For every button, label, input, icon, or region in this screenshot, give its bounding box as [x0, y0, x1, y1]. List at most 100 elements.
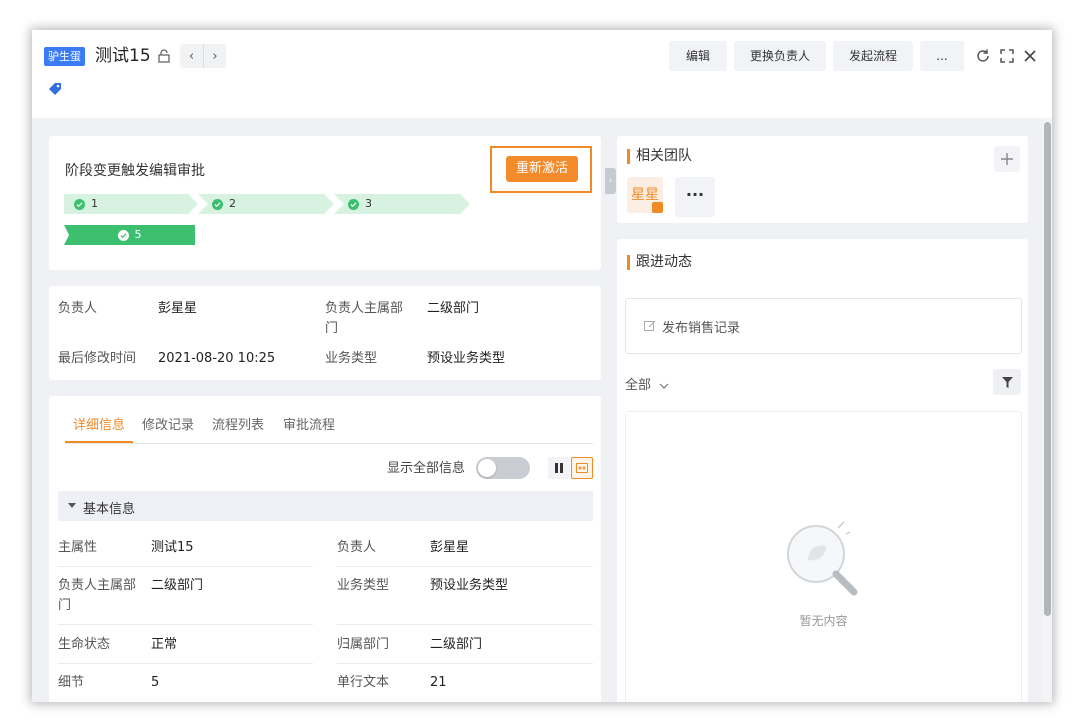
chevron-down-icon	[659, 383, 669, 389]
more-members-button[interactable]: ···	[675, 177, 715, 217]
refresh-icon[interactable]	[975, 48, 991, 64]
team-title: 相关团队	[627, 146, 692, 166]
next-record-button[interactable]: ›	[203, 44, 226, 68]
publish-sales-record-label: 发布销售记录	[662, 321, 741, 336]
team-member-avatar[interactable]: 星星	[627, 177, 663, 213]
object-type-badge: 驴生蛋	[44, 47, 85, 66]
stage-label: 5	[134, 228, 142, 241]
owner-field-label: 负责人	[337, 540, 377, 555]
member-name: 星星	[631, 187, 659, 203]
main-attr-value: 测试15	[151, 540, 194, 555]
add-member-button[interactable]	[994, 146, 1020, 172]
followup-feed: 暂无内容	[625, 411, 1022, 702]
business-type-value: 预设业务类型	[427, 351, 506, 366]
summary-card: 负责人 彭星星 负责人主属部 门 二级部门 最后修改时间 2021-08-20 …	[49, 286, 601, 380]
more-actions-button[interactable]: ...	[920, 41, 964, 71]
stage-card: 阶段变更触发编辑审批 重新激活 1 2 3 5	[49, 136, 601, 270]
header: 驴生蛋 测试15 ‹ › 编辑 更换负责人 发起流程 ...	[32, 30, 1052, 118]
record-nav: ‹ ›	[180, 44, 226, 68]
section-header-basic-info[interactable]: 基本信息	[58, 491, 593, 521]
field-divider	[58, 624, 313, 625]
tag-icon[interactable]	[48, 82, 62, 96]
lock-icon[interactable]	[156, 48, 172, 64]
tab-flow-list[interactable]: 流程列表	[212, 414, 264, 433]
owner-field-value[interactable]: 彭星星	[430, 538, 469, 558]
owner-value[interactable]: 彭星星	[158, 299, 197, 319]
scope-filter-dropdown[interactable]: 全部	[625, 374, 669, 393]
edit-icon	[644, 320, 656, 331]
check-icon	[348, 198, 359, 210]
scrollbar-thumb[interactable]	[1044, 122, 1051, 616]
empty-search-icon	[787, 521, 858, 596]
edit-button[interactable]: 编辑	[669, 41, 727, 71]
owner-dept-field-label-wrap: 门	[58, 598, 72, 613]
stage-label: 3	[365, 197, 372, 210]
filter-icon	[1001, 376, 1013, 388]
team-card: 相关团队 星星 ···	[617, 136, 1028, 223]
business-type-label: 业务类型	[325, 351, 378, 366]
expand-width-icon	[576, 463, 588, 473]
detail-field-label: 细节	[58, 675, 85, 690]
caret-down-icon	[68, 503, 76, 508]
life-status-label: 生命状态	[58, 637, 111, 652]
stage-card-title: 阶段变更触发编辑审批	[65, 163, 205, 179]
followup-card: 跟进动态 发布销售记录 全部 暂无内容	[617, 239, 1028, 702]
belong-dept-label: 归属部门	[337, 637, 390, 652]
main-attr-label: 主属性	[58, 540, 98, 555]
empty-state-text: 暂无内容	[799, 614, 848, 628]
business-type-field-label: 业务类型	[337, 578, 390, 593]
toggle-knob	[478, 459, 496, 477]
single-text-label: 单行文本	[337, 675, 390, 690]
filter-button[interactable]	[993, 369, 1021, 395]
stage-step-3[interactable]: 3	[334, 194, 470, 214]
field-divider	[337, 566, 593, 567]
owner-crown-icon	[652, 202, 663, 213]
close-icon[interactable]	[1022, 48, 1038, 64]
check-icon	[212, 198, 223, 210]
stage-step-2[interactable]: 2	[198, 194, 334, 214]
stage-label: 1	[91, 197, 98, 210]
followup-title: 跟进动态	[627, 252, 692, 272]
field-divider	[58, 663, 313, 664]
scope-filter-value: 全部	[625, 378, 652, 393]
belong-dept-value: 二级部门	[430, 637, 483, 652]
owner-dept-label: 负责人主属部	[325, 301, 404, 316]
field-divider	[337, 624, 593, 625]
show-all-label: 显示全部信息	[387, 461, 466, 476]
start-flow-button[interactable]: 发起流程	[833, 41, 913, 71]
modified-time-label: 最后修改时间	[58, 351, 137, 366]
stage-label: 2	[229, 197, 236, 210]
change-owner-button[interactable]: 更换负责人	[734, 41, 826, 71]
owner-dept-field-value: 二级部门	[151, 578, 204, 593]
tab-detail-info[interactable]: 详细信息	[73, 414, 125, 433]
owner-dept-field-label: 负责人主属部	[58, 578, 137, 593]
tab-approval-flow[interactable]: 审批流程	[283, 414, 335, 433]
life-status-value: 正常	[151, 637, 178, 652]
active-tab-indicator	[65, 441, 133, 443]
single-text-value: 21	[430, 675, 447, 690]
reactivate-button[interactable]: 重新激活	[506, 156, 578, 182]
panel-collapse-handle[interactable]: ›	[605, 168, 616, 194]
tab-modify-log[interactable]: 修改记录	[142, 414, 194, 433]
check-icon	[117, 229, 129, 241]
owner-label: 负责人	[58, 301, 98, 316]
plus-icon	[1001, 153, 1013, 165]
fullscreen-icon[interactable]	[999, 48, 1015, 64]
field-divider	[58, 566, 313, 567]
stage-step-5[interactable]: 5	[64, 225, 195, 245]
record-detail-window: 驴生蛋 测试15 ‹ › 编辑 更换负责人 发起流程 ... 阶段变更触发编辑审…	[32, 30, 1052, 702]
stage-step-1[interactable]: 1	[64, 194, 198, 214]
detail-card: 详细信息 修改记录 流程列表 审批流程 显示全部信息 基本信息 主属性 测试15…	[49, 396, 601, 702]
two-column-view-button[interactable]	[548, 457, 570, 479]
show-all-toggle[interactable]	[476, 457, 530, 479]
record-title: 测试15	[95, 46, 151, 66]
check-icon	[74, 198, 85, 210]
single-column-view-button[interactable]	[571, 457, 593, 479]
publish-sales-record-box[interactable]: 发布销售记录	[625, 298, 1022, 354]
owner-dept-value: 二级部门	[427, 301, 480, 316]
prev-record-button[interactable]: ‹	[180, 44, 203, 68]
business-type-field-value: 预设业务类型	[430, 578, 509, 593]
columns-icon	[555, 463, 563, 473]
tab-divider	[65, 443, 593, 444]
section-title: 基本信息	[83, 502, 136, 517]
